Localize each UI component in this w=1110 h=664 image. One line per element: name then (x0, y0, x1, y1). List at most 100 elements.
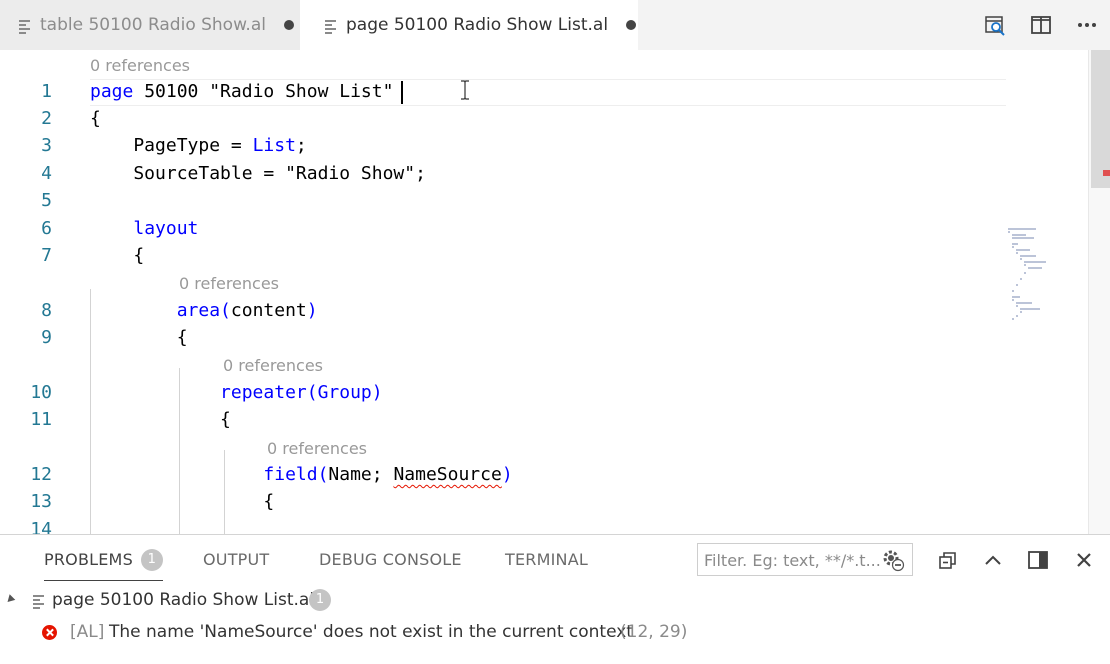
panel-right-icon (1028, 551, 1048, 569)
code-line: 9 { (0, 324, 1006, 351)
code-text: ; (295, 135, 307, 156)
tab-table-radio-show[interactable]: table 50100 Radio Show.al (0, 0, 300, 50)
tab-problems[interactable]: PROBLEMS 1 (44, 535, 163, 581)
code-line: 4 SourceTable = "Radio Show"; (0, 160, 1006, 187)
code-line: 2 { (0, 105, 1006, 132)
code-text: { (90, 409, 231, 430)
line-number: 7 (41, 245, 52, 266)
editor-tab-bar: table 50100 Radio Show.al page 50100 Rad… (0, 0, 1110, 50)
open-preview-button[interactable] (972, 0, 1018, 50)
code-line: 11 { (0, 406, 1006, 433)
close-icon (1077, 553, 1091, 567)
scrollbar-thumb[interactable] (1091, 50, 1110, 188)
code-line: 6 layout (0, 215, 1006, 242)
keyword: ) (306, 300, 318, 321)
filter-settings-icon[interactable] (880, 547, 906, 573)
problem-file-count-badge: 1 (309, 589, 331, 611)
code-line: 8 area(content) (0, 297, 1006, 324)
error-marker (1103, 170, 1110, 176)
code-editor[interactable]: 0 references 0 references 0 references 0… (0, 50, 1110, 534)
code-line: 13 { (0, 488, 1006, 515)
file-lines-icon (18, 17, 32, 34)
split-editor-icon (1031, 16, 1051, 34)
code-text: { (90, 245, 145, 266)
code-lens-references[interactable]: 0 references (90, 56, 190, 75)
code-line: 10 repeater(Group) (0, 379, 1006, 406)
open-preview-icon (985, 16, 1005, 36)
problem-file-row[interactable]: page 50100 Radio Show List.al 1 (0, 585, 1110, 615)
line-number: 10 (30, 382, 52, 403)
problem-message: The name 'NameSource' does not exist in … (109, 622, 633, 642)
code-text: 50100 "Radio Show List" (133, 81, 394, 102)
code-line: 3 PageType = List; (0, 132, 1006, 159)
error-squiggle[interactable]: NameSource (393, 464, 501, 485)
tab-output[interactable]: OUTPUT (203, 535, 269, 583)
close-panel-button[interactable] (1069, 545, 1099, 575)
code-text: Name; (328, 464, 394, 485)
code-text: { (90, 108, 101, 129)
code-lens-references[interactable]: 0 references (267, 439, 367, 458)
unsaved-dot-icon[interactable] (283, 20, 294, 30)
code-line: 7 { (0, 242, 1006, 269)
toggle-panel-position-button[interactable] (1023, 545, 1053, 575)
keyword: area( (176, 300, 231, 321)
file-lines-icon (324, 17, 338, 34)
tab-page-radio-show-list[interactable]: page 50100 Radio Show List.al (300, 0, 638, 50)
problems-count-badge: 1 (140, 549, 163, 571)
line-number: 14 (30, 519, 52, 534)
code-line: 1 page 50100 "Radio Show List" (0, 78, 1006, 105)
unsaved-dot-icon[interactable] (626, 20, 637, 30)
problem-row[interactable]: [AL] The name 'NameSource' does not exis… (0, 617, 1110, 647)
tab-label: PROBLEMS (44, 550, 133, 569)
code-text: PageType = (90, 135, 253, 156)
keyword: page (90, 81, 134, 102)
code-line: 14 (0, 516, 1006, 534)
line-number: 9 (41, 327, 52, 348)
keyword: List (252, 135, 296, 156)
code-text: content (230, 300, 307, 321)
error-icon (42, 625, 57, 640)
minimap[interactable] (1006, 50, 1088, 534)
editor-vertical-scrollbar[interactable] (1088, 50, 1110, 534)
collapse-all-button[interactable] (933, 545, 963, 575)
more-actions-button[interactable] (1064, 0, 1110, 50)
code-lens-references[interactable]: 0 references (179, 274, 279, 293)
line-number: 8 (41, 300, 52, 321)
keyword: layout (133, 218, 199, 239)
line-number: 4 (41, 163, 52, 184)
split-editor-button[interactable] (1018, 0, 1064, 50)
tab-label: table 50100 Radio Show.al (40, 15, 266, 35)
line-number: 3 (41, 135, 52, 156)
more-actions-icon (1078, 23, 1096, 27)
problem-location: (12, 29) (620, 622, 688, 642)
chevron-down-icon[interactable] (4, 594, 16, 605)
code-line: 5 (0, 187, 1006, 214)
problem-source: [AL] (70, 622, 105, 642)
tab-debug-console[interactable]: DEBUG CONSOLE (319, 535, 462, 583)
line-number: 13 (30, 491, 52, 512)
tab-terminal[interactable]: TERMINAL (505, 535, 588, 583)
editor-actions (972, 0, 1110, 50)
chevron-up-icon (985, 555, 1001, 565)
bottom-panel: PROBLEMS 1 OUTPUT DEBUG CONSOLE TERMINAL (0, 534, 1110, 664)
keyword: field( (263, 464, 329, 485)
ibeam-cursor-icon (461, 80, 469, 100)
problems-filter (697, 543, 913, 576)
code-text: SourceTable = "Radio Show"; (90, 163, 426, 184)
maximize-panel-button[interactable] (978, 545, 1008, 575)
code-lens-references[interactable]: 0 references (223, 356, 323, 375)
code-text: { (90, 327, 188, 348)
tab-label: page 50100 Radio Show List.al (346, 15, 609, 35)
keyword: repeater(Group) (220, 382, 383, 403)
line-number: 6 (41, 218, 52, 239)
problem-file-name: page 50100 Radio Show List.al (52, 590, 315, 610)
filter-input[interactable] (704, 549, 882, 571)
text-cursor (401, 81, 403, 104)
collapse-all-icon (939, 552, 956, 569)
line-number: 5 (41, 190, 52, 211)
code-line: 12 field(Name; NameSource) (0, 461, 1006, 488)
line-number: 1 (41, 81, 52, 102)
